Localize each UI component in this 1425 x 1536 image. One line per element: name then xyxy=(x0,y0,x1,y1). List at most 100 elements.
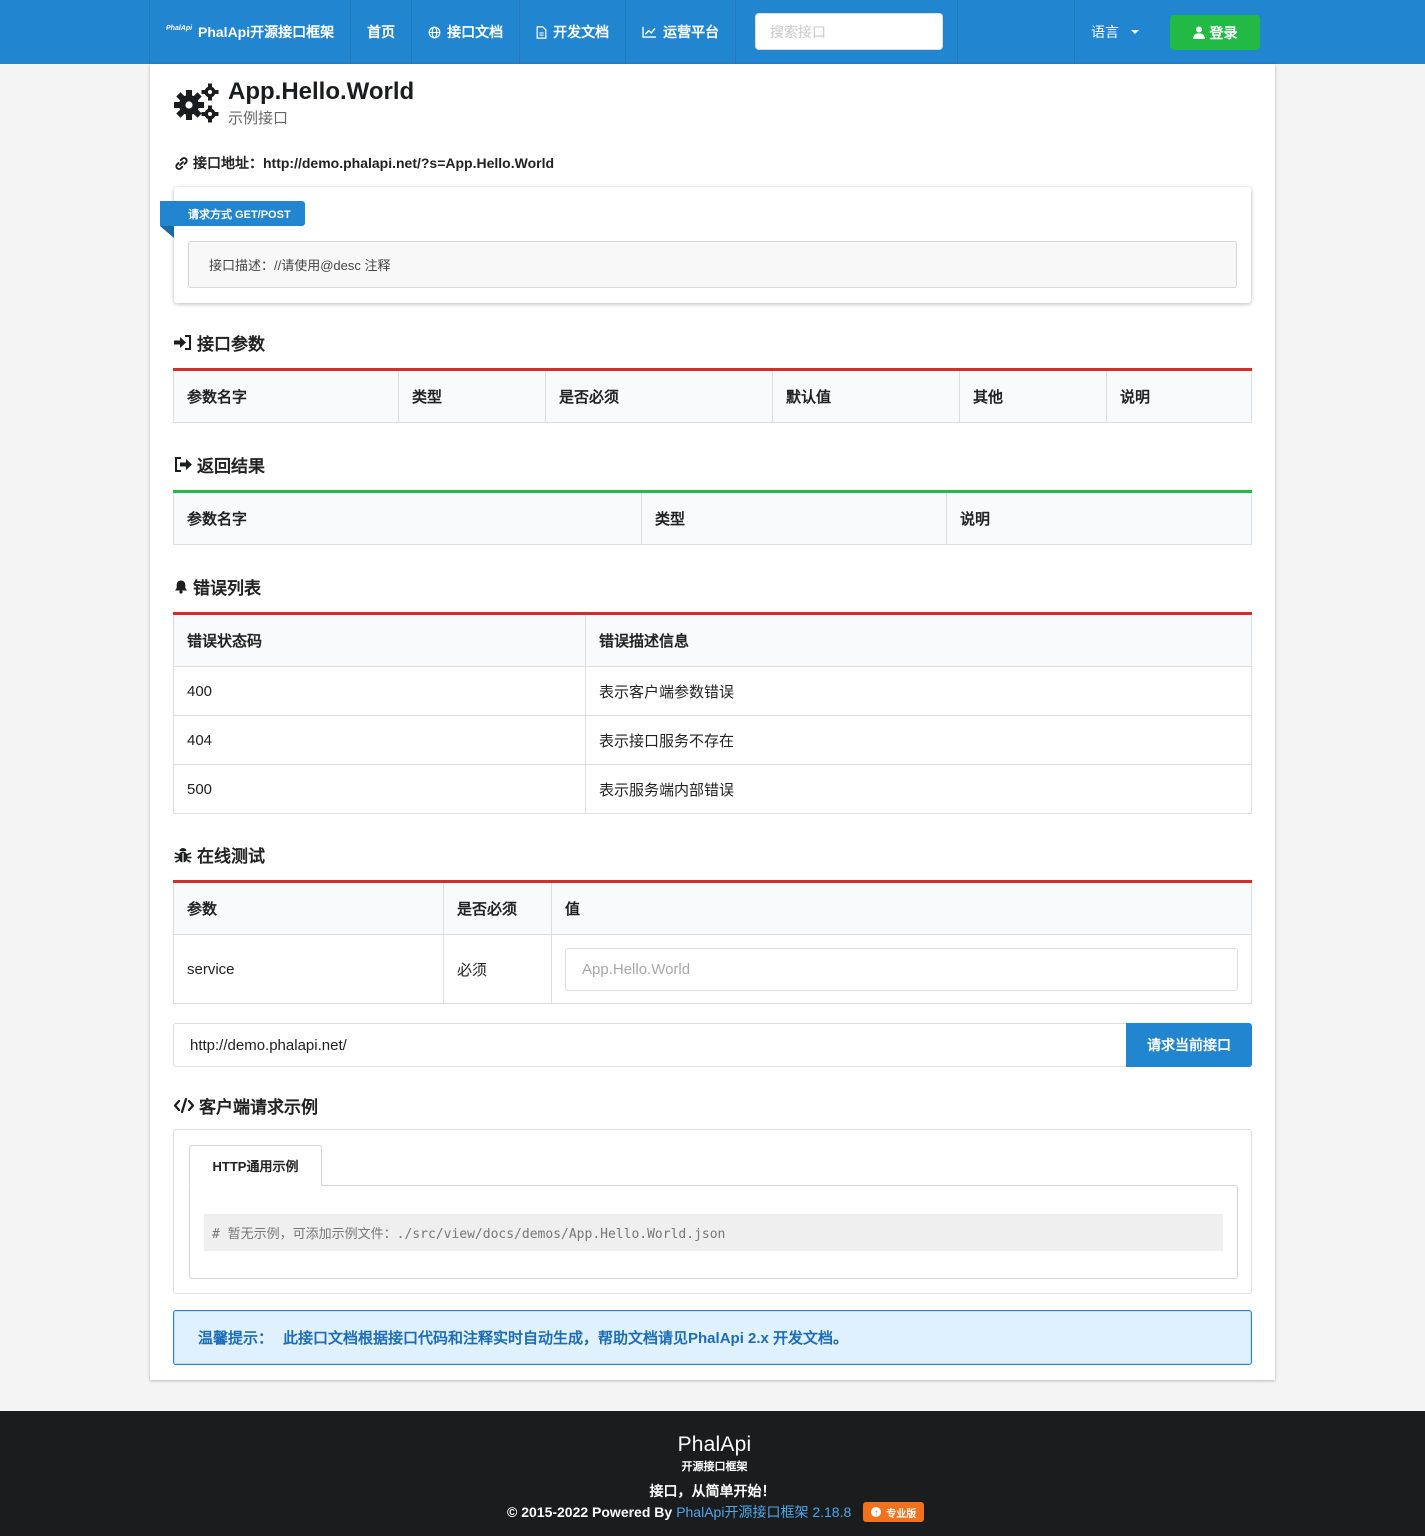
column-header: 错误状态码 xyxy=(173,613,586,667)
user-icon xyxy=(1192,26,1205,39)
column-header: 其他 xyxy=(959,369,1107,423)
globe-icon xyxy=(428,26,441,39)
tab-panel: # 暂无示例，可添加示例文件：./src/view/docs/demos/App… xyxy=(189,1185,1238,1279)
api-title-block: App.Hello.World 示例接口 xyxy=(228,78,414,128)
nav-item-home[interactable]: 首页 xyxy=(351,0,413,64)
footer-logo-subtitle: 开源接口框架 xyxy=(681,1461,748,1473)
method-ribbon: 请求方式 GET/POST xyxy=(160,201,305,238)
api-url: 接口地址： http://demo.phalapi.net/?s=App.Hel… xyxy=(174,153,554,173)
table-row: 500 表示服务端内部错误 xyxy=(173,764,1252,814)
section-title-text: 客户端请求示例 xyxy=(199,1098,318,1117)
footer: PhalApi 开源接口框架 接口，从简单开始！ © 2015-2022 Pow… xyxy=(0,1411,1425,1536)
send-request-button[interactable]: 请求当前接口 xyxy=(1126,1023,1252,1067)
section-title-text: 错误列表 xyxy=(193,579,261,598)
request-url-row: 请求当前接口 xyxy=(173,1023,1252,1067)
column-header: 参数名字 xyxy=(173,491,642,545)
column-header: 默认值 xyxy=(772,369,960,423)
param-required: 必须 xyxy=(443,934,552,1004)
column-header: 参数名字 xyxy=(173,369,399,423)
column-header: 值 xyxy=(551,881,1252,935)
nav-item-label: 开发文档 xyxy=(553,24,610,40)
nav-item-label: 运营平台 xyxy=(663,24,720,40)
error-message: 表示接口服务不存在 xyxy=(585,715,1252,765)
section-title-text: 在线测试 xyxy=(197,847,265,866)
return-section-title: 返回结果 xyxy=(174,452,265,477)
column-header: 错误描述信息 xyxy=(585,613,1252,667)
error-section-title: 错误列表 xyxy=(174,574,261,599)
api-url-value: http://demo.phalapi.net/?s=App.Hello.Wor… xyxy=(263,155,555,171)
return-table: 参数名字 类型 说明 xyxy=(173,490,1252,545)
nav-brand-label: PhalApi开源接口框架 xyxy=(198,24,335,40)
error-code: 500 xyxy=(173,764,586,814)
param-name: service xyxy=(173,934,444,1004)
column-header: 类型 xyxy=(641,491,947,545)
nav-item-dev-docs[interactable]: 开发文档 xyxy=(520,0,627,64)
cogs-icon xyxy=(174,83,219,123)
footer-logo: PhalApi 开源接口框架 xyxy=(667,1433,762,1474)
api-header: App.Hello.World 示例接口 xyxy=(172,78,414,128)
nav-menu: PhalApi PhalApi开源接口框架 首页 接口文档 开发文档 运营平台 xyxy=(149,0,737,64)
service-value-input[interactable] xyxy=(565,947,1238,991)
test-section-title: 在线测试 xyxy=(174,842,265,867)
section-title-text: 接口参数 xyxy=(197,335,265,354)
params-table: 参数名字 类型 是否必须 默认值 其他 说明 xyxy=(173,368,1252,423)
language-dropdown[interactable]: 语言 xyxy=(1091,0,1139,64)
client-section-title: 客户端请求示例 xyxy=(174,1093,318,1118)
arrow-up-circle-icon: ↑ xyxy=(871,1507,882,1517)
api-doc-container: App.Hello.World 示例接口 接口地址： http://demo.p… xyxy=(150,64,1275,1380)
footer-copyright: © 2015-2022 Powered By PhalApi开源接口框架 2.1… xyxy=(507,1502,925,1522)
search-input[interactable] xyxy=(756,14,942,49)
phalapi-logo-icon: PhalApi xyxy=(166,25,193,32)
bug-icon xyxy=(174,847,192,863)
test-params-table: 参数 是否必须 值 service 必须 xyxy=(173,880,1252,1004)
error-code: 400 xyxy=(173,666,586,716)
error-message: 表示服务端内部错误 xyxy=(585,764,1252,814)
code-sample: # 暂无示例，可添加示例文件：./src/view/docs/demos/App… xyxy=(204,1214,1223,1251)
nav-brand[interactable]: PhalApi PhalApi开源接口框架 xyxy=(149,0,352,64)
column-header: 参数 xyxy=(173,881,444,935)
request-url-input[interactable] xyxy=(173,1023,1126,1067)
error-code: 404 xyxy=(173,715,586,765)
column-header: 说明 xyxy=(946,491,1252,545)
params-section-title: 接口参数 xyxy=(174,330,265,355)
nav-item-ops-platform[interactable]: 运营平台 xyxy=(626,0,737,64)
language-label: 语言 xyxy=(1091,24,1119,40)
login-label: 登录 xyxy=(1209,24,1238,41)
table-row: service 必须 xyxy=(173,934,1252,1004)
link-icon xyxy=(174,156,189,171)
table-row: 404 表示接口服务不存在 xyxy=(173,715,1252,765)
nav-divider xyxy=(957,0,958,64)
column-header: 说明 xyxy=(1106,369,1252,423)
column-header: 类型 xyxy=(398,369,546,423)
sign-out-icon xyxy=(174,457,192,472)
request-method-card: 请求方式 GET/POST 接口描述：//请使用@desc 注释 xyxy=(160,187,1251,303)
code-icon xyxy=(174,1098,194,1113)
section-title-text: 返回结果 xyxy=(197,457,265,476)
error-message: 表示客户端参数错误 xyxy=(585,666,1252,716)
table-header-row: 错误状态码 错误描述信息 xyxy=(173,613,1252,667)
param-value-cell xyxy=(551,934,1252,1004)
login-button[interactable]: 登录 xyxy=(1170,15,1260,50)
nav-item-api-docs[interactable]: 接口文档 xyxy=(412,0,521,64)
bell-icon xyxy=(174,579,188,594)
tab-http-example[interactable]: HTTP通用示例 xyxy=(189,1145,322,1186)
table-header-row: 参数名字 类型 说明 xyxy=(173,491,1252,545)
file-icon xyxy=(536,25,547,39)
api-name: App.Hello.World xyxy=(228,78,415,105)
tip-message: 温馨提示： 此接口文档根据接口代码和注释实时自动生成，帮助文档请见PhalApi… xyxy=(173,1310,1252,1365)
api-subtitle: 示例接口 xyxy=(228,110,289,127)
column-header: 是否必须 xyxy=(545,369,773,423)
table-header-row: 参数名字 类型 是否必须 默认值 其他 说明 xyxy=(173,369,1252,423)
badge-label: 专业版 xyxy=(886,1508,917,1520)
tip-label: 温馨提示： xyxy=(198,1330,274,1347)
table-header-row: 参数 是否必须 值 xyxy=(173,881,1252,935)
footer-link[interactable]: PhalApi开源接口框架 2.18.8 xyxy=(676,1502,851,1522)
sign-in-icon xyxy=(174,335,192,350)
column-header: 是否必须 xyxy=(443,881,552,935)
api-url-label: 接口地址： xyxy=(193,155,263,171)
nav-divider xyxy=(1074,0,1075,64)
footer-slogan: 接口，从简单开始！ xyxy=(649,1483,776,1499)
top-navbar: PhalApi PhalApi开源接口框架 首页 接口文档 开发文档 运营平台 xyxy=(0,0,1425,64)
table-row: 400 表示客户端参数错误 xyxy=(173,666,1252,716)
pro-edition-badge[interactable]: ↑ 专业版 xyxy=(863,1502,925,1522)
